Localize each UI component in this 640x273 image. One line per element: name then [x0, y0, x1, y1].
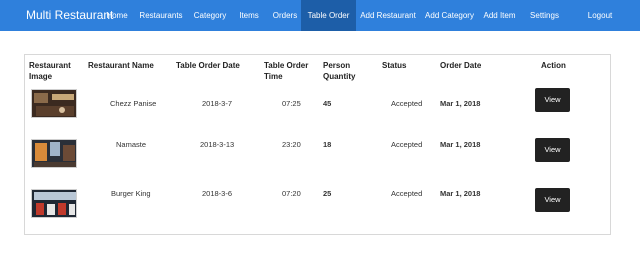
restaurant-name: Namaste: [116, 140, 147, 149]
view-button[interactable]: View: [535, 88, 570, 112]
table-order-panel: [24, 54, 611, 235]
table-order-date: 2018-3-13: [200, 140, 235, 149]
person-quantity: 25: [323, 189, 332, 198]
header-person-quantity: Person Quantity: [323, 61, 356, 81]
person-quantity: 18: [323, 140, 332, 149]
table-order-time: 07:25: [282, 99, 301, 108]
order-date: Mar 1, 2018: [440, 99, 481, 108]
status-text: Accepted: [391, 189, 423, 198]
header-status: Status: [382, 61, 407, 70]
nav-orders[interactable]: Orders: [267, 0, 303, 31]
nav-add-restaurant[interactable]: Add Restaurant: [358, 0, 418, 31]
header-order-date: Order Date: [440, 61, 482, 70]
view-button[interactable]: View: [535, 188, 570, 212]
top-navbar: Multi Restaurant Home Restaurants Catego…: [0, 0, 640, 31]
nav-settings[interactable]: Settings: [527, 0, 562, 31]
header-table-order-time: Table Order Time: [264, 61, 309, 81]
nav-home[interactable]: Home: [100, 0, 134, 31]
header-table-order-date: Table Order Date: [176, 61, 240, 70]
header-restaurant-image: Restaurant Image: [29, 61, 71, 81]
restaurant-photo-icon: [32, 140, 76, 167]
view-button[interactable]: View: [535, 138, 570, 162]
restaurant-image: [31, 139, 77, 168]
table-order-date: 2018-3-7: [202, 99, 233, 108]
nav-items[interactable]: Items: [233, 0, 265, 31]
nav-add-category[interactable]: Add Category: [422, 0, 477, 31]
order-date: Mar 1, 2018: [440, 189, 481, 198]
restaurant-photo-icon: [32, 190, 76, 217]
person-quantity: 45: [323, 99, 332, 108]
restaurant-image: [31, 89, 77, 118]
header-action: Action: [541, 61, 566, 70]
order-date: Mar 1, 2018: [440, 140, 481, 149]
status-text: Accepted: [391, 99, 423, 108]
restaurant-name: Chezz Panise: [110, 99, 157, 108]
table-order-date: 2018-3-6: [202, 189, 233, 198]
nav-add-item[interactable]: Add Item: [481, 0, 518, 31]
nav-restaurants[interactable]: Restaurants: [136, 0, 186, 31]
nav-logout[interactable]: Logout: [584, 0, 616, 31]
restaurant-name: Burger King: [111, 189, 151, 198]
header-restaurant-name: Restaurant Name: [88, 61, 154, 70]
restaurant-image: [31, 189, 77, 218]
table-order-time: 23:20: [282, 140, 301, 149]
nav-table-order[interactable]: Table Order: [301, 0, 356, 31]
table-order-time: 07:20: [282, 189, 301, 198]
nav-category[interactable]: Category: [190, 0, 230, 31]
restaurant-photo-icon: [32, 90, 76, 117]
status-text: Accepted: [391, 140, 423, 149]
